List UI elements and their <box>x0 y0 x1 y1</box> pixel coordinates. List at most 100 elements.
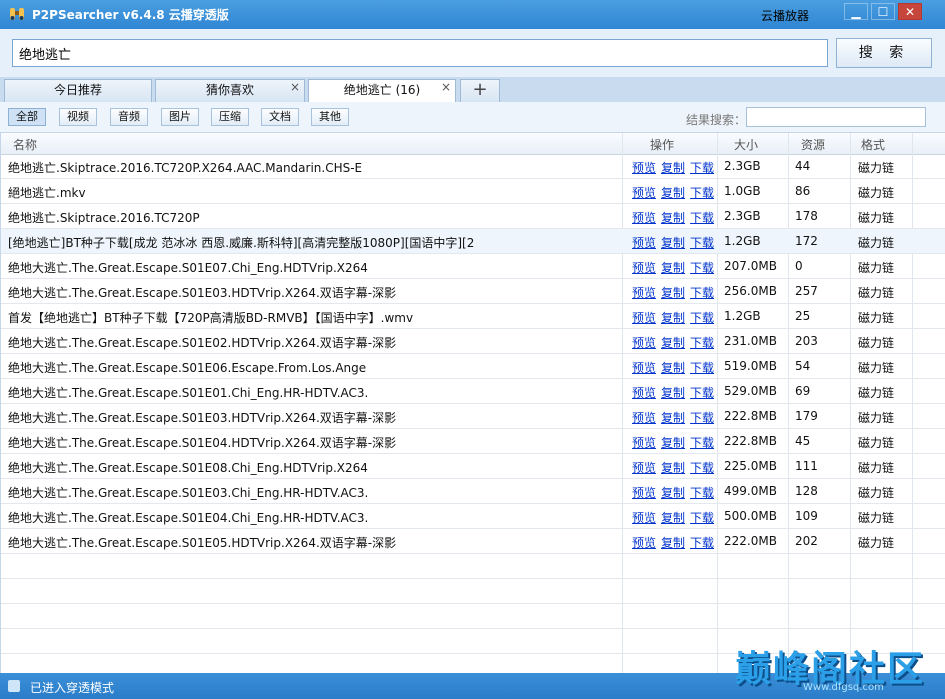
result-search-input[interactable] <box>746 107 926 127</box>
filter-archive-button[interactable]: 压缩 <box>211 108 249 126</box>
copy-link[interactable]: 复制 <box>661 311 685 325</box>
filter-all-button[interactable]: 全部 <box>8 108 46 126</box>
download-link[interactable]: 下载 <box>690 161 714 175</box>
search-input[interactable] <box>12 39 828 67</box>
filter-other-button[interactable]: 其他 <box>311 108 349 126</box>
download-link[interactable]: 下载 <box>690 261 714 275</box>
table-row[interactable]: 绝地大逃亡.The.Great.Escape.S01E03.HDTVrip.X2… <box>1 404 945 429</box>
table-row[interactable]: [绝地逃亡]BT种子下载[成龙 范冰冰 西恩.威廉.斯科特][高清完整版1080… <box>1 229 945 254</box>
copy-link[interactable]: 复制 <box>661 211 685 225</box>
download-link[interactable]: 下载 <box>690 536 714 550</box>
table-row[interactable]: 绝地大逃亡.The.Great.Escape.S01E02.HDTVrip.X2… <box>1 329 945 354</box>
table-row[interactable]: 绝地逃亡.Skiptrace.2016.TC720P.X264.AAC.Mand… <box>1 154 945 179</box>
close-icon[interactable]: ✕ <box>898 3 922 20</box>
download-link[interactable]: 下载 <box>690 236 714 250</box>
column-header-name[interactable]: 名称 <box>13 136 37 153</box>
table-row[interactable]: 绝地大逃亡.The.Great.Escape.S01E04.HDTVrip.X2… <box>1 429 945 454</box>
tab-today[interactable]: 今日推荐 <box>4 79 152 102</box>
maximize-icon[interactable]: ☐ <box>871 3 895 20</box>
minimize-icon[interactable]: ▁ <box>844 3 868 20</box>
resource-count: 111 <box>795 459 818 473</box>
preview-link[interactable]: 预览 <box>632 211 656 225</box>
file-name: 绝地大逃亡.The.Great.Escape.S01E04.HDTVrip.X2… <box>8 436 397 450</box>
preview-link[interactable]: 预览 <box>632 536 656 550</box>
table-row[interactable]: 绝地大逃亡.The.Great.Escape.S01E01.Chi_Eng.HR… <box>1 379 945 404</box>
results-table: 名称 操作 大小 资源 格式 绝地逃亡.Skiptrace.2016.TC720… <box>0 133 945 673</box>
copy-link[interactable]: 复制 <box>661 386 685 400</box>
close-tab-icon[interactable]: × <box>290 77 300 98</box>
status-icon <box>8 680 20 692</box>
close-tab-icon[interactable]: × <box>441 77 451 98</box>
tab-search-result[interactable]: 绝地逃亡 (16) × <box>308 79 456 102</box>
copy-link[interactable]: 复制 <box>661 411 685 425</box>
preview-link[interactable]: 预览 <box>632 511 656 525</box>
download-link[interactable]: 下载 <box>690 286 714 300</box>
download-link[interactable]: 下载 <box>690 511 714 525</box>
copy-link[interactable]: 复制 <box>661 186 685 200</box>
preview-link[interactable]: 预览 <box>632 236 656 250</box>
table-row[interactable]: 绝地大逃亡.The.Great.Escape.S01E06.Escape.Fro… <box>1 354 945 379</box>
download-link[interactable]: 下载 <box>690 311 714 325</box>
table-row[interactable]: 绝地大逃亡.The.Great.Escape.S01E03.Chi_Eng.HR… <box>1 479 945 504</box>
resource-count: 179 <box>795 409 818 423</box>
link-format: 磁力链 <box>858 386 895 400</box>
download-link[interactable]: 下载 <box>690 436 714 450</box>
column-header-size[interactable]: 大小 <box>734 136 758 153</box>
table-row[interactable]: 绝地大逃亡.The.Great.Escape.S01E08.Chi_Eng.HD… <box>1 454 945 479</box>
preview-link[interactable]: 预览 <box>632 411 656 425</box>
copy-link[interactable]: 复制 <box>661 336 685 350</box>
add-tab-icon[interactable]: + <box>460 79 500 102</box>
copy-link[interactable]: 复制 <box>661 436 685 450</box>
preview-link[interactable]: 预览 <box>632 336 656 350</box>
preview-link[interactable]: 预览 <box>632 261 656 275</box>
download-link[interactable]: 下载 <box>690 486 714 500</box>
preview-link[interactable]: 预览 <box>632 486 656 500</box>
column-header-res[interactable]: 资源 <box>801 136 825 153</box>
preview-link[interactable]: 预览 <box>632 461 656 475</box>
table-row[interactable]: 绝地逃亡.Skiptrace.2016.TC720P 预览 复制 下载 2.3GB 178… <box>1 204 945 229</box>
filter-image-button[interactable]: 图片 <box>161 108 199 126</box>
file-name: 绝地大逃亡.The.Great.Escape.S01E02.HDTVrip.X2… <box>8 336 397 350</box>
preview-link[interactable]: 预览 <box>632 361 656 375</box>
download-link[interactable]: 下载 <box>690 211 714 225</box>
copy-link[interactable]: 复制 <box>661 511 685 525</box>
copy-link[interactable]: 复制 <box>661 261 685 275</box>
preview-link[interactable]: 预览 <box>632 286 656 300</box>
preview-link[interactable]: 预览 <box>632 386 656 400</box>
filter-audio-button[interactable]: 音频 <box>110 108 148 126</box>
file-size: 1.2GB <box>724 309 761 323</box>
copy-link[interactable]: 复制 <box>661 486 685 500</box>
table-row[interactable]: 绝地大逃亡.The.Great.Escape.S01E04.Chi_Eng.HR… <box>1 504 945 529</box>
tab-guess[interactable]: 猜你喜欢 × <box>155 79 305 102</box>
preview-link[interactable]: 预览 <box>632 436 656 450</box>
file-size: 499.0MB <box>724 484 777 498</box>
cloud-player-button[interactable]: 云播放器 <box>761 7 809 24</box>
download-link[interactable]: 下载 <box>690 336 714 350</box>
filter-video-button[interactable]: 视频 <box>59 108 97 126</box>
copy-link[interactable]: 复制 <box>661 236 685 250</box>
column-header-ops[interactable]: 操作 <box>650 136 674 153</box>
download-link[interactable]: 下载 <box>690 461 714 475</box>
copy-link[interactable]: 复制 <box>661 161 685 175</box>
file-size: 231.0MB <box>724 334 777 348</box>
table-row[interactable]: 绝地大逃亡.The.Great.Escape.S01E05.HDTVrip.X2… <box>1 529 945 554</box>
copy-link[interactable]: 复制 <box>661 461 685 475</box>
table-row[interactable]: 首发【绝地逃亡】BT种子下载【720P高清版BD-RMVB】【国语中字】.wmv… <box>1 304 945 329</box>
download-link[interactable]: 下载 <box>690 361 714 375</box>
download-link[interactable]: 下载 <box>690 386 714 400</box>
copy-link[interactable]: 复制 <box>661 361 685 375</box>
preview-link[interactable]: 预览 <box>632 311 656 325</box>
download-link[interactable]: 下载 <box>690 186 714 200</box>
column-header-fmt[interactable]: 格式 <box>861 136 885 153</box>
preview-link[interactable]: 预览 <box>632 186 656 200</box>
preview-link[interactable]: 预览 <box>632 161 656 175</box>
filter-doc-button[interactable]: 文档 <box>261 108 299 126</box>
copy-link[interactable]: 复制 <box>661 286 685 300</box>
table-row[interactable]: 絕地逃亡.mkv 预览 复制 下载 1.0GB 86 磁力链 <box>1 179 945 204</box>
download-link[interactable]: 下载 <box>690 411 714 425</box>
copy-link[interactable]: 复制 <box>661 536 685 550</box>
search-button[interactable]: 搜 索 <box>836 38 932 68</box>
table-row[interactable]: 绝地大逃亡.The.Great.Escape.S01E07.Chi_Eng.HD… <box>1 254 945 279</box>
table-row[interactable]: 绝地大逃亡.The.Great.Escape.S01E03.HDTVrip.X2… <box>1 279 945 304</box>
title-bar: P2PSearcher v6.4.8 云播穿透版 云播放器 ▁ ☐ ✕ <box>0 0 945 29</box>
